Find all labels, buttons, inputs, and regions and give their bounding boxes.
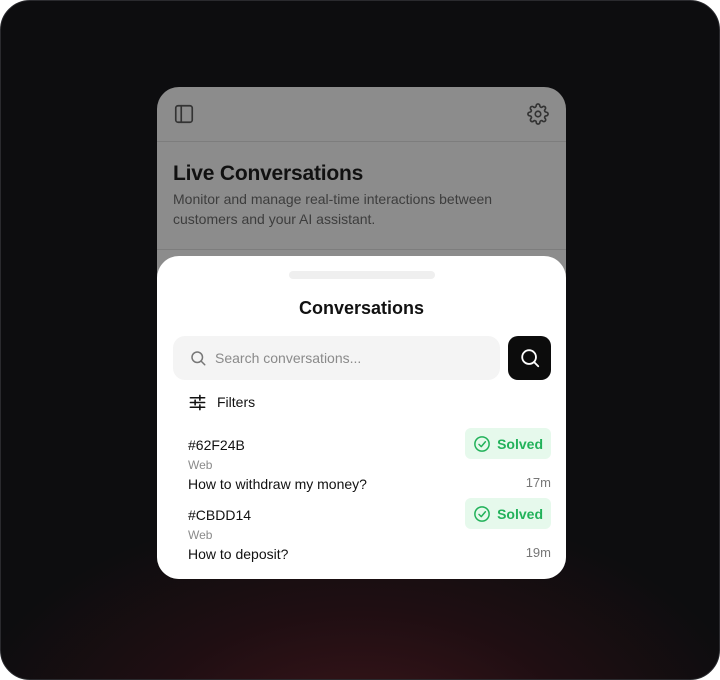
status-label: Solved xyxy=(497,435,543,452)
gear-icon[interactable] xyxy=(527,103,549,125)
conversation-id: #62F24B xyxy=(188,437,245,453)
status-badge: Solved xyxy=(465,498,551,529)
device-frame: Live Conversations Monitor and manage re… xyxy=(0,0,720,680)
filters-label: Filters xyxy=(217,394,256,410)
app-screen: Live Conversations Monitor and manage re… xyxy=(157,87,566,579)
conversation-channel: Web xyxy=(188,458,213,472)
conversations-sheet: Conversations Search conversations... Fi… xyxy=(157,256,566,579)
filters-button[interactable]: Filters xyxy=(188,392,255,412)
search-input[interactable] xyxy=(215,336,490,380)
check-circle-icon xyxy=(474,435,490,452)
conversation-question: How to deposit? xyxy=(188,546,289,562)
page-title: Live Conversations xyxy=(173,162,364,185)
search-button[interactable] xyxy=(508,336,551,380)
status-label: Solved xyxy=(497,505,543,522)
search-box xyxy=(173,336,500,380)
status-badge: Solved xyxy=(465,428,551,459)
filters-icon xyxy=(189,394,206,410)
sheet-drag-handle[interactable] xyxy=(289,271,435,279)
sidebar-icon[interactable] xyxy=(173,103,195,125)
check-circle-icon xyxy=(474,505,490,522)
sheet-title: Conversations xyxy=(298,298,425,318)
conversation-channel: Web xyxy=(188,528,213,542)
divider xyxy=(157,249,566,250)
conversation-question: How to withdraw my money? xyxy=(188,476,367,492)
conversation-row[interactable]: #CBDD14 Web How to deposit? Solved 19m xyxy=(188,498,551,569)
page-description: Monitor and manage real-time interaction… xyxy=(173,191,493,227)
conversation-time: 19m xyxy=(525,545,551,560)
conversation-id: #CBDD14 xyxy=(188,507,252,523)
conversation-row[interactable]: #62F24B Web How to withdraw my money? So… xyxy=(188,428,551,499)
search-icon xyxy=(191,351,206,366)
conversation-time: 17m xyxy=(525,475,551,490)
search-icon xyxy=(521,349,540,368)
top-bar xyxy=(157,87,566,142)
